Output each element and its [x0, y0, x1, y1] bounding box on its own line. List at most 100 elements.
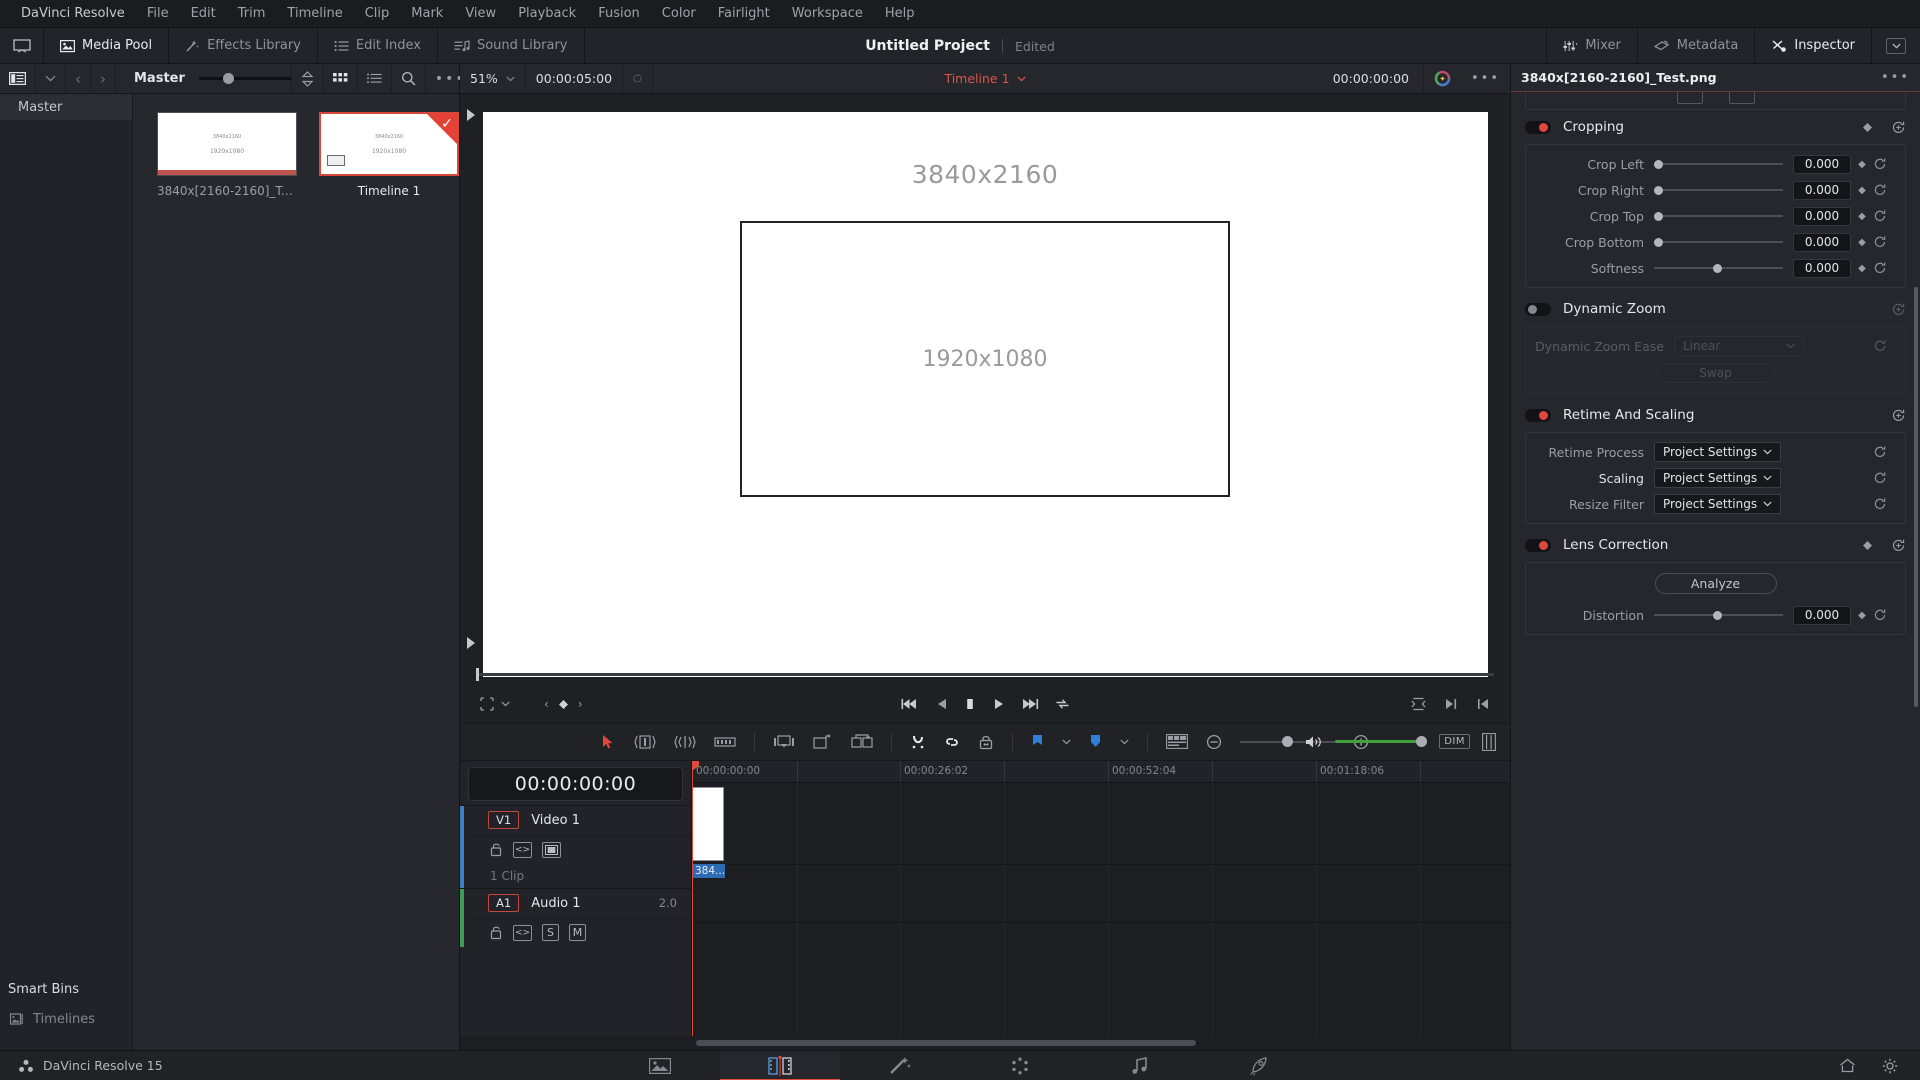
reset-all-icon[interactable] [1891, 302, 1906, 317]
menu-item-fusion[interactable]: Fusion [587, 0, 651, 28]
lens-correction-enable-toggle[interactable] [1525, 538, 1551, 552]
reset-icon[interactable] [1873, 445, 1897, 459]
timeline-video-track-v1[interactable]: 384... [692, 782, 1510, 878]
menu-item-file[interactable]: File [136, 0, 180, 28]
analyze-button[interactable]: Analyze [1654, 573, 1777, 594]
flag-icon[interactable] [1031, 734, 1044, 750]
menu-item-davinci-resolve[interactable]: DaVinci Resolve [10, 0, 136, 28]
viewer-duration-timecode[interactable]: 00:00:05:00 [526, 63, 624, 94]
inspector-scrollbar[interactable] [1914, 287, 1918, 707]
marker-chevron-down-icon[interactable] [1120, 739, 1129, 745]
mark-in-icon[interactable] [465, 108, 477, 122]
lock-open-icon[interactable] [490, 925, 503, 940]
transform-mode-icon[interactable] [480, 697, 510, 711]
dim-button[interactable]: DIM [1439, 734, 1470, 750]
keyframe-icon[interactable]: ◆ [1851, 211, 1873, 222]
page-media[interactable] [600, 1051, 720, 1080]
crop-top-value[interactable]: 0.000 [1793, 206, 1851, 226]
distortion-value[interactable]: 0.000 [1793, 605, 1851, 625]
timeline-timecode-display[interactable]: 00:00:00:00 [468, 766, 683, 801]
page-fusion[interactable] [840, 1051, 960, 1080]
keyframe-icon[interactable]: ◆ [1851, 159, 1873, 170]
page-fairlight[interactable] [1080, 1051, 1200, 1080]
keyframe-icon[interactable] [1862, 122, 1873, 133]
track-name[interactable]: Video 1 [531, 813, 580, 828]
timeline-view-options-icon[interactable] [1166, 734, 1188, 750]
timeline-clip[interactable]: 384... [692, 786, 725, 878]
menu-item-mark[interactable]: Mark [400, 0, 454, 28]
timeline-playhead[interactable] [692, 760, 699, 1037]
media-pool-clip[interactable]: 3840x2160 1920x1080 3840x[2160-2160]_Te.… [157, 112, 297, 198]
keyframe-icon[interactable] [1862, 540, 1873, 551]
reset-all-icon[interactable] [1891, 408, 1906, 423]
bin-item-master[interactable]: Master [0, 94, 132, 120]
keyframe-icon[interactable]: ◆ [1851, 263, 1873, 274]
crop-right-slider[interactable] [1654, 180, 1783, 200]
metadata-button[interactable]: Metadata [1636, 28, 1755, 63]
keyframe-nav-group[interactable]: ‹ › [544, 697, 583, 711]
cropping-enable-toggle[interactable] [1525, 120, 1551, 134]
keyframe-icon[interactable]: ◆ [1851, 185, 1873, 196]
reset-icon[interactable] [1873, 608, 1897, 622]
scrubber-playhead[interactable] [476, 668, 479, 682]
clipped-button-b[interactable] [1728, 92, 1755, 104]
reset-icon[interactable] [1873, 497, 1897, 511]
lock-icon[interactable] [978, 734, 994, 750]
marker-icon[interactable] [1089, 734, 1102, 750]
dynamic-trim-icon[interactable] [674, 734, 696, 750]
viewer-canvas[interactable]: 3840x2160 1920x1080 [482, 112, 1488, 677]
dynamic-zoom-ease-dropdown[interactable]: Linear [1674, 336, 1804, 356]
dynamic-zoom-enable-toggle[interactable] [1525, 302, 1551, 316]
menu-item-edit[interactable]: Edit [180, 0, 227, 28]
clip-thumbnail[interactable]: 3840x2160 1920x1080 ✓ [319, 112, 459, 176]
razor-icon[interactable] [714, 734, 736, 750]
search-icon[interactable] [392, 63, 426, 94]
keyframe-icon[interactable]: ◆ [1851, 237, 1873, 248]
speaker-icon[interactable] [1305, 734, 1323, 750]
media-pool-clip[interactable]: 3840x2160 1920x1080 ✓ Timeline 1 [319, 112, 459, 198]
replace-clip-icon[interactable] [851, 734, 873, 750]
track-id-badge[interactable]: A1 [488, 894, 520, 913]
mute-icon[interactable]: M [569, 924, 586, 942]
track-id-badge[interactable]: V1 [488, 811, 520, 830]
mixer-button[interactable]: Mixer [1546, 28, 1636, 63]
menu-item-timeline[interactable]: Timeline [276, 0, 353, 28]
swap-button[interactable]: Swap [1656, 363, 1775, 383]
sound-library-button[interactable]: Sound Library [438, 28, 585, 63]
distortion-slider[interactable] [1654, 605, 1783, 625]
workspace-toggle-button[interactable] [1871, 28, 1920, 63]
video-enable-icon[interactable] [542, 841, 561, 858]
flag-chevron-down-icon[interactable] [1062, 739, 1071, 745]
clip-thumbnail[interactable]: 3840x2160 1920x1080 [157, 112, 297, 176]
resize-filter-dropdown[interactable]: Project Settings [1654, 494, 1782, 514]
softness-value[interactable]: 0.000 [1793, 258, 1851, 278]
audio-meter-icon[interactable] [1482, 732, 1496, 751]
volume-slider[interactable] [1335, 735, 1428, 749]
keyframe-icon[interactable]: ◆ [1851, 610, 1873, 621]
menu-item-color[interactable]: Color [651, 0, 707, 28]
display-layout-button[interactable] [0, 28, 44, 63]
thumbnail-size-slider[interactable] [198, 64, 291, 94]
zoom-out-icon[interactable] [1206, 734, 1222, 750]
list-view-icon[interactable] [358, 63, 392, 94]
viewer-options-icon[interactable]: ••• [1461, 64, 1510, 94]
viewer-color-wheel-icon[interactable] [1422, 63, 1461, 94]
link-icon[interactable] [944, 734, 960, 750]
auto-select-icon[interactable]: <> [513, 924, 532, 941]
crop-bottom-slider[interactable] [1654, 232, 1783, 252]
crop-bottom-value[interactable]: 0.000 [1793, 232, 1851, 252]
menu-item-clip[interactable]: Clip [354, 0, 401, 28]
timeline-audio-track-a1[interactable] [692, 864, 1510, 923]
overwrite-clip-icon[interactable] [813, 733, 833, 750]
viewer-zoom-dropdown[interactable]: 51% [460, 63, 526, 94]
media-pool-button[interactable]: Media Pool [44, 28, 170, 63]
next-keyframe-icon[interactable]: › [578, 697, 583, 711]
selection-arrow-icon[interactable] [601, 734, 616, 750]
crop-right-value[interactable]: 0.000 [1793, 180, 1851, 200]
menu-item-trim[interactable]: Trim [227, 0, 277, 28]
reset-icon[interactable] [1873, 339, 1897, 353]
mark-out-icon[interactable] [465, 636, 477, 650]
page-edit[interactable] [720, 1050, 840, 1080]
inspector-button[interactable]: Inspector [1754, 28, 1871, 63]
menu-item-help[interactable]: Help [874, 0, 926, 28]
